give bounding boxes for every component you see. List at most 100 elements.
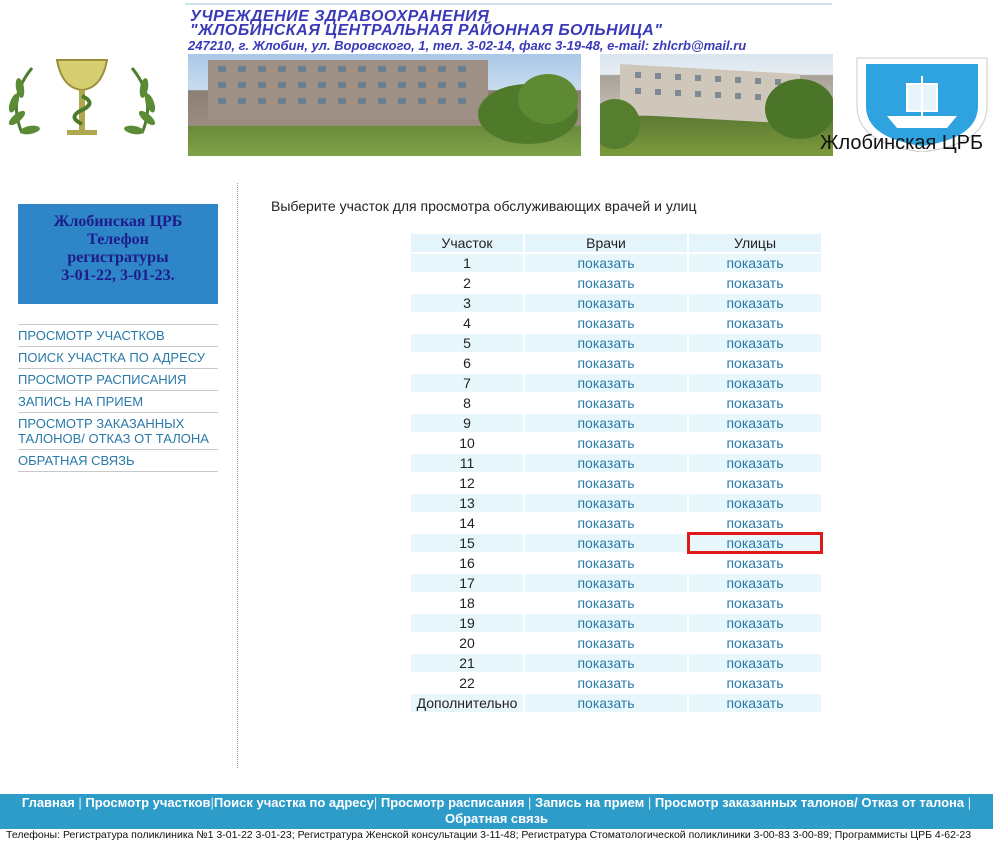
- table-row: 1 показать показать: [411, 254, 821, 272]
- menu-search-by-address[interactable]: ПОИСК УЧАСТКА ПО АДРЕСУ: [18, 346, 218, 368]
- phone-banner-line1: Жлобинская ЦРБ: [53, 213, 183, 230]
- show-streets-link[interactable]: показать: [689, 674, 821, 692]
- show-streets-link[interactable]: показать: [689, 394, 821, 412]
- show-doctors-link[interactable]: показать: [525, 474, 687, 492]
- show-doctors-link[interactable]: показать: [525, 274, 687, 292]
- district-number: 16: [411, 554, 523, 572]
- show-streets-link[interactable]: показать: [689, 574, 821, 592]
- district-number: 4: [411, 314, 523, 332]
- district-number: 13: [411, 494, 523, 512]
- show-doctors-link[interactable]: показать: [525, 314, 687, 332]
- intro-text: Выберите участок для просмотра обслужива…: [271, 198, 697, 214]
- show-doctors-link[interactable]: показать: [525, 534, 687, 552]
- footer-link-view-districts[interactable]: Просмотр участков: [85, 795, 210, 810]
- footer-link-home[interactable]: Главная: [22, 795, 75, 810]
- show-streets-link[interactable]: показать: [689, 634, 821, 652]
- show-streets-link[interactable]: показать: [689, 374, 821, 392]
- table-row: 15 показать показать: [411, 532, 823, 554]
- show-streets-link[interactable]: показать: [689, 434, 821, 452]
- table-row: 6 показать показать: [411, 354, 821, 372]
- menu-feedback[interactable]: ОБРАТНАЯ СВЯЗЬ: [18, 449, 218, 472]
- footer-link-appointment[interactable]: Запись на прием: [535, 795, 644, 810]
- header-top-line: [185, 3, 832, 5]
- table-row: 5 показать показать: [411, 334, 821, 352]
- show-doctors-link[interactable]: показать: [525, 254, 687, 272]
- footer-separator: |: [528, 795, 532, 810]
- table-row: 4 показать показать: [411, 314, 821, 332]
- show-doctors-link[interactable]: показать: [525, 574, 687, 592]
- district-number: 10: [411, 434, 523, 452]
- table-header-row: Участок Врачи Улицы: [411, 234, 821, 252]
- menu-appointment[interactable]: ЗАПИСЬ НА ПРИЕМ: [18, 390, 218, 412]
- table-row: 14 показать показать: [411, 514, 821, 532]
- show-streets-link[interactable]: показать: [689, 514, 821, 532]
- show-streets-link[interactable]: показать: [689, 614, 821, 632]
- show-doctors-link[interactable]: показать: [525, 694, 687, 712]
- show-streets-link[interactable]: показать: [689, 454, 821, 472]
- table-row: Дополнительно показать показать: [411, 694, 821, 712]
- column-divider: [237, 183, 238, 768]
- district-number: 18: [411, 594, 523, 612]
- show-doctors-link[interactable]: показать: [525, 514, 687, 532]
- show-streets-link[interactable]: показать: [689, 694, 821, 712]
- show-streets-link[interactable]: показать: [689, 314, 821, 332]
- show-doctors-link[interactable]: показать: [525, 394, 687, 412]
- show-doctors-link[interactable]: показать: [525, 634, 687, 652]
- show-doctors-link[interactable]: показать: [525, 554, 687, 572]
- table-row: 3 показать показать: [411, 294, 821, 312]
- show-streets-link[interactable]: показать: [689, 414, 821, 432]
- show-streets-link[interactable]: показать: [687, 532, 823, 554]
- footer-link-feedback[interactable]: Обратная связь: [445, 811, 548, 826]
- menu-view-tickets[interactable]: ПРОСМОТР ЗАКАЗАННЫХ ТАЛОНОВ/ ОТКАЗ ОТ ТА…: [18, 412, 218, 449]
- menu-view-schedule[interactable]: ПРОСМОТР РАСПИСАНИЯ: [18, 368, 218, 390]
- column-header-doctors: Врачи: [525, 234, 687, 252]
- show-streets-link[interactable]: показать: [689, 274, 821, 292]
- footer-phones: Телефоны: Регистратура поликлиника №1 3-…: [6, 829, 972, 841]
- district-number: 15: [411, 534, 523, 552]
- table-row: 13 показать показать: [411, 494, 821, 512]
- show-streets-link[interactable]: показать: [689, 474, 821, 492]
- show-streets-link[interactable]: показать: [689, 334, 821, 352]
- show-doctors-link[interactable]: показать: [525, 614, 687, 632]
- menu-view-districts[interactable]: ПРОСМОТР УЧАСТКОВ: [18, 324, 218, 346]
- show-doctors-link[interactable]: показать: [525, 334, 687, 352]
- phone-banner-line3: регистратуры: [67, 249, 169, 266]
- show-doctors-link[interactable]: показать: [525, 294, 687, 312]
- show-doctors-link[interactable]: показать: [525, 594, 687, 612]
- footer-separator: |: [78, 795, 82, 810]
- footer-link-schedule[interactable]: Просмотр расписания: [381, 795, 525, 810]
- show-doctors-link[interactable]: показать: [525, 414, 687, 432]
- footer-link-search-address[interactable]: Поиск участка по адресу: [214, 795, 374, 810]
- show-streets-link[interactable]: показать: [689, 554, 821, 572]
- show-doctors-link[interactable]: показать: [525, 494, 687, 512]
- show-doctors-link[interactable]: показать: [525, 434, 687, 452]
- table-row: 19 показать показать: [411, 614, 821, 632]
- table-row: 8 показать показать: [411, 394, 821, 412]
- district-number: 21: [411, 654, 523, 672]
- show-streets-link[interactable]: показать: [689, 294, 821, 312]
- footer-separator: |: [647, 795, 652, 810]
- medical-emblem-logo: [8, 59, 156, 135]
- show-doctors-link[interactable]: показать: [525, 654, 687, 672]
- table-row: 21 показать показать: [411, 654, 821, 672]
- registry-phone-banner: Жлобинская ЦРБ Телефон регистратуры 3-01…: [18, 204, 218, 304]
- table-row: 12 показать показать: [411, 474, 821, 492]
- hospital-photo-1: [188, 54, 581, 156]
- show-doctors-link[interactable]: показать: [525, 354, 687, 372]
- show-streets-link[interactable]: показать: [689, 354, 821, 372]
- district-number: 2: [411, 274, 523, 292]
- district-number: 1: [411, 254, 523, 272]
- show-doctors-link[interactable]: показать: [525, 454, 687, 472]
- show-doctors-link[interactable]: показать: [525, 374, 687, 392]
- show-doctors-link[interactable]: показать: [525, 674, 687, 692]
- show-streets-link[interactable]: показать: [689, 654, 821, 672]
- show-streets-link[interactable]: показать: [689, 254, 821, 272]
- district-number: 22: [411, 674, 523, 692]
- show-streets-link[interactable]: показать: [689, 494, 821, 512]
- site-label: Жлобинская ЦРБ: [820, 132, 984, 154]
- footer-separator: |: [967, 795, 972, 810]
- district-number: 17: [411, 574, 523, 592]
- table-row: 10 показать показать: [411, 434, 821, 452]
- footer-link-tickets[interactable]: Просмотр заказанных талонов/ Отказ от та…: [655, 795, 964, 810]
- show-streets-link[interactable]: показать: [689, 594, 821, 612]
